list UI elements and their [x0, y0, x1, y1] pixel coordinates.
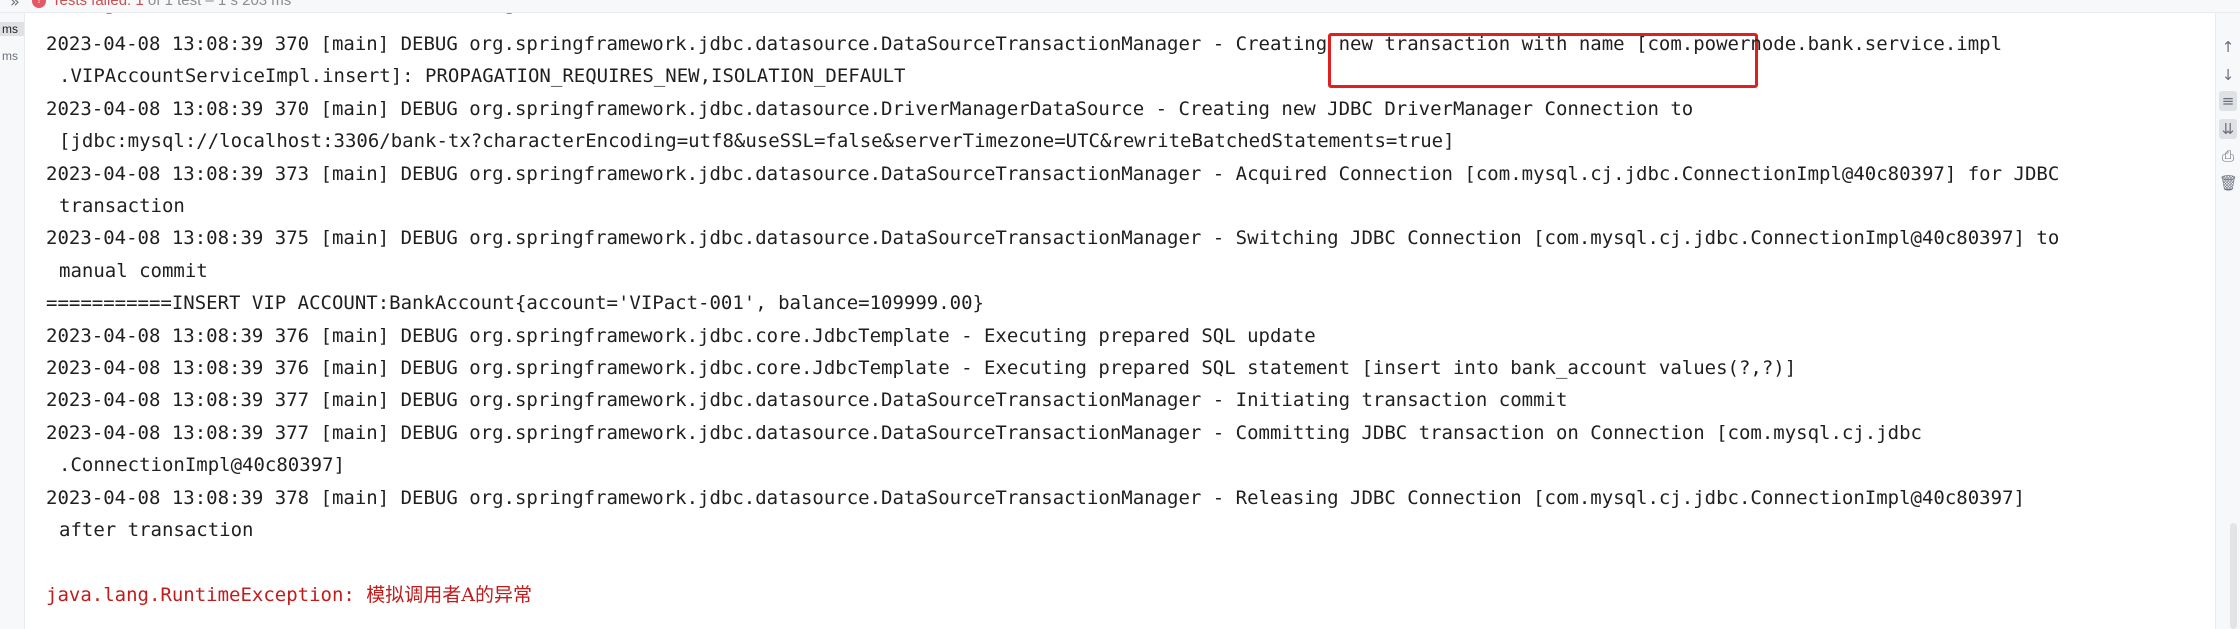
test-status-bar: » ! Tests failed: 1 of 1 test – 1 s 203 … — [0, 0, 2240, 13]
log-line: 2023-04-08 13:08:39 376 [main] DEBUG org… — [46, 357, 1797, 379]
test-duration-selected[interactable]: ms — [0, 22, 24, 36]
tests-failed-label: Tests failed: 1 — [52, 0, 144, 9]
log-line: 2023-04-08 13:08:39 378 [main] DEBUG org… — [46, 486, 2025, 509]
log-line-continuation: .ConnectionImpl@40c80397] — [59, 454, 345, 477]
log-line: 2023-04-08 13:08:39 370 [main] DEBUG org… — [46, 97, 1694, 120]
log-line: 2023-04-08 13:08:39 376 [main] DEBUG org… — [46, 324, 1316, 347]
tests-summary: of 1 test – 1 s 203 ms — [143, 0, 292, 9]
log-line: 2023-04-08 13:08:39 373 [main] DEBUG org… — [46, 162, 2060, 185]
log-line-continuation: .VIPAccountServiceImpl.insert]: PROPAGAT… — [59, 65, 906, 88]
exception-message: 模拟调用者A的异常 — [366, 583, 533, 606]
log-line-continuation: [jdbc:mysql://localhost:3306/bank-tx?cha… — [59, 130, 1455, 153]
test-status-text: Tests failed: 1 of 1 test – 1 s 203 ms — [52, 0, 291, 10]
log-line: 2023-04-08 13:08:39 375 [main] DEBUG org… — [46, 227, 2060, 250]
log-line-continuation: manual commit — [59, 259, 208, 282]
expand-chevron-icon[interactable]: » — [10, 0, 20, 10]
log-line: 2023-04-08 13:08:39 370 [main] DEBUG org… — [46, 33, 2003, 55]
log-line: 2023-04-08 13:08:39 377 [main] DEBUG org… — [46, 421, 1922, 444]
test-duration-gutter: ms ms — [0, 13, 25, 629]
scroll-to-end-icon[interactable]: ⇊ — [2219, 119, 2237, 139]
exception-class[interactable]: java.lang.RuntimeException: — [46, 584, 366, 606]
test-failed-icon: ! — [32, 0, 46, 8]
arrow-down-icon[interactable]: ↓ — [2219, 65, 2237, 85]
arrow-up-icon[interactable]: ↑ — [2219, 37, 2237, 57]
run-console-window: » ! Tests failed: 1 of 1 test – 1 s 203 … — [0, 0, 2240, 629]
soft-wrap-icon[interactable]: ≡ — [2219, 91, 2237, 111]
log-line: 2023-04-08 13:08:39 377 [main] DEBUG org… — [46, 389, 1568, 412]
truncated-log-line: - - — [46, 13, 515, 25]
log-line-continuation: transaction — [59, 195, 185, 217]
print-icon[interactable]: ⎙ — [2219, 146, 2237, 166]
log-line: ===========INSERT VIP ACCOUNT:BankAccoun… — [46, 292, 984, 315]
vertical-scrollbar[interactable] — [2230, 523, 2237, 629]
test-duration[interactable]: ms — [2, 49, 18, 63]
exception-line[interactable]: java.lang.RuntimeException: 模拟调用者A的异常 — [46, 582, 532, 608]
console-output[interactable]: - - 2023-04-08 13:08:39 370 [main] DEBUG… — [46, 13, 2196, 629]
log-line-continuation: after transaction — [59, 519, 254, 541]
console-toolbar: ↑ ↓ ≡ ⇊ ⎙ 🗑 — [2215, 13, 2240, 629]
trash-icon[interactable]: 🗑 — [2219, 173, 2238, 193]
